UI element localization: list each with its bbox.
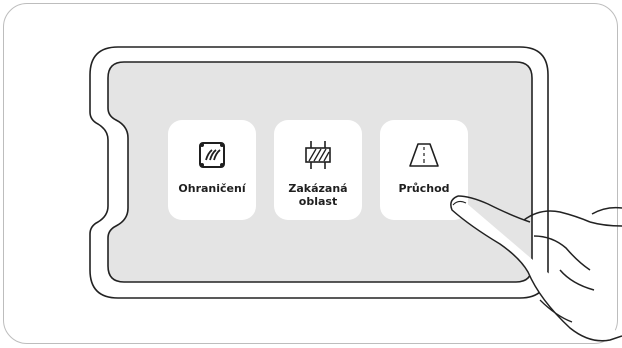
tile-no-go-zone-label: Zakázaná oblast [288,182,348,208]
tile-passage[interactable]: Průchod [380,120,468,220]
no-go-zone-icon [301,138,335,172]
tile-boundary-label: Ohraničení [178,182,246,195]
passage-icon [407,138,441,172]
tile-passage-label: Průchod [398,182,450,195]
tile-no-go-zone[interactable]: Zakázaná oblast [274,120,362,220]
boundary-icon [195,138,229,172]
tile-boundary[interactable]: Ohraničení [168,120,256,220]
